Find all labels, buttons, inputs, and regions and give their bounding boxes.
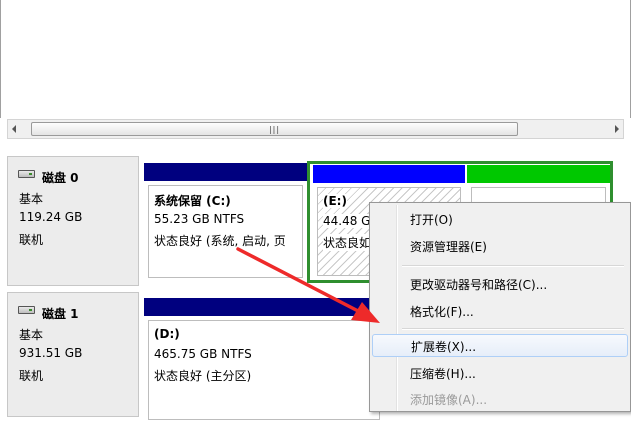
menu-item-open[interactable]: 打开(O) <box>372 207 628 230</box>
arrow-left-icon[interactable] <box>12 125 16 133</box>
menu-item-extend-volume[interactable]: 扩展卷(X)... <box>372 334 628 357</box>
partition-d[interactable]: (D:) 465.75 GB NTFS 状态良好 (主分区) <box>144 298 384 423</box>
disk-0-info[interactable]: 磁盘 0 基本 119.24 GB 联机 <box>7 156 139 286</box>
partition-body: 系统保留 (C:) 55.23 GB NTFS 状态良好 (系统, 启动, 页 <box>148 185 303 278</box>
menu-item-label: 打开(O) <box>410 213 453 227</box>
horizontal-scrollbar[interactable]: ||| <box>7 119 624 139</box>
partition-e-status: 状态良如 <box>323 234 372 251</box>
partition-bar <box>313 165 465 183</box>
disk-0-type: 基本 <box>19 192 44 206</box>
menu-separator <box>402 265 624 267</box>
disk-1-info[interactable]: 磁盘 1 基本 931.51 GB 联机 <box>7 292 139 417</box>
menu-item-label: 更改驱动器号和路径(C)... <box>410 278 548 292</box>
partition-e-size: 44.48 G <box>323 214 371 228</box>
partition-body: (D:) 465.75 GB NTFS 状态良好 (主分区) <box>148 320 380 420</box>
disk-0-name: 磁盘 0 <box>42 171 79 185</box>
menu-separator <box>402 328 624 330</box>
partition-d-size: 465.75 GB NTFS <box>154 347 252 361</box>
grip-icon: ||| <box>268 125 281 134</box>
disk-0-size: 119.24 GB <box>19 210 83 224</box>
menu-item-label: 压缩卷(H)... <box>410 367 476 381</box>
menu-item-change-drive-letter[interactable]: 更改驱动器号和路径(C)... <box>372 272 628 295</box>
menu-item-explorer[interactable]: 资源管理器(E) <box>372 234 628 257</box>
menu-item-add-mirror: 添加镜像(A)... <box>372 387 628 410</box>
partition-bar <box>144 298 384 316</box>
hard-disk-icon <box>18 170 35 178</box>
disk-1-size: 931.51 GB <box>19 346 83 360</box>
partition-d-status: 状态良好 (主分区) <box>154 369 252 383</box>
disk-1-type: 基本 <box>19 328 44 342</box>
partition-c[interactable]: 系统保留 (C:) 55.23 GB NTFS 状态良好 (系统, 启动, 页 <box>144 163 307 281</box>
menu-item-label: 添加镜像(A)... <box>410 393 488 407</box>
partition-e-name: (E:) <box>323 194 347 208</box>
volume-list-pane <box>0 0 631 118</box>
context-menu: 打开(O) 资源管理器(E) 更改驱动器号和路径(C)... 格式化(F)...… <box>369 202 631 412</box>
menu-item-label: 资源管理器(E) <box>410 240 487 254</box>
menu-item-label: 扩展卷(X)... <box>411 340 477 354</box>
scrollbar-thumb[interactable]: ||| <box>31 122 518 136</box>
disk-1-name: 磁盘 1 <box>42 307 79 321</box>
arrow-right-icon[interactable] <box>615 125 619 133</box>
disk-0-status: 联机 <box>19 233 44 247</box>
disk-1-status: 联机 <box>19 369 44 383</box>
menu-item-shrink-volume[interactable]: 压缩卷(H)... <box>372 361 628 384</box>
partition-bar <box>144 163 307 181</box>
menu-item-format[interactable]: 格式化(F)... <box>372 299 628 322</box>
hard-disk-icon <box>18 306 35 314</box>
partition-d-name: (D:) <box>154 327 180 341</box>
partition-bar <box>467 165 610 183</box>
partition-c-size: 55.23 GB NTFS <box>154 212 245 226</box>
partition-c-status: 状态良好 (系统, 启动, 页 <box>154 234 286 248</box>
menu-item-label: 格式化(F)... <box>410 305 474 319</box>
partition-c-name: 系统保留 (C:) <box>154 194 231 208</box>
